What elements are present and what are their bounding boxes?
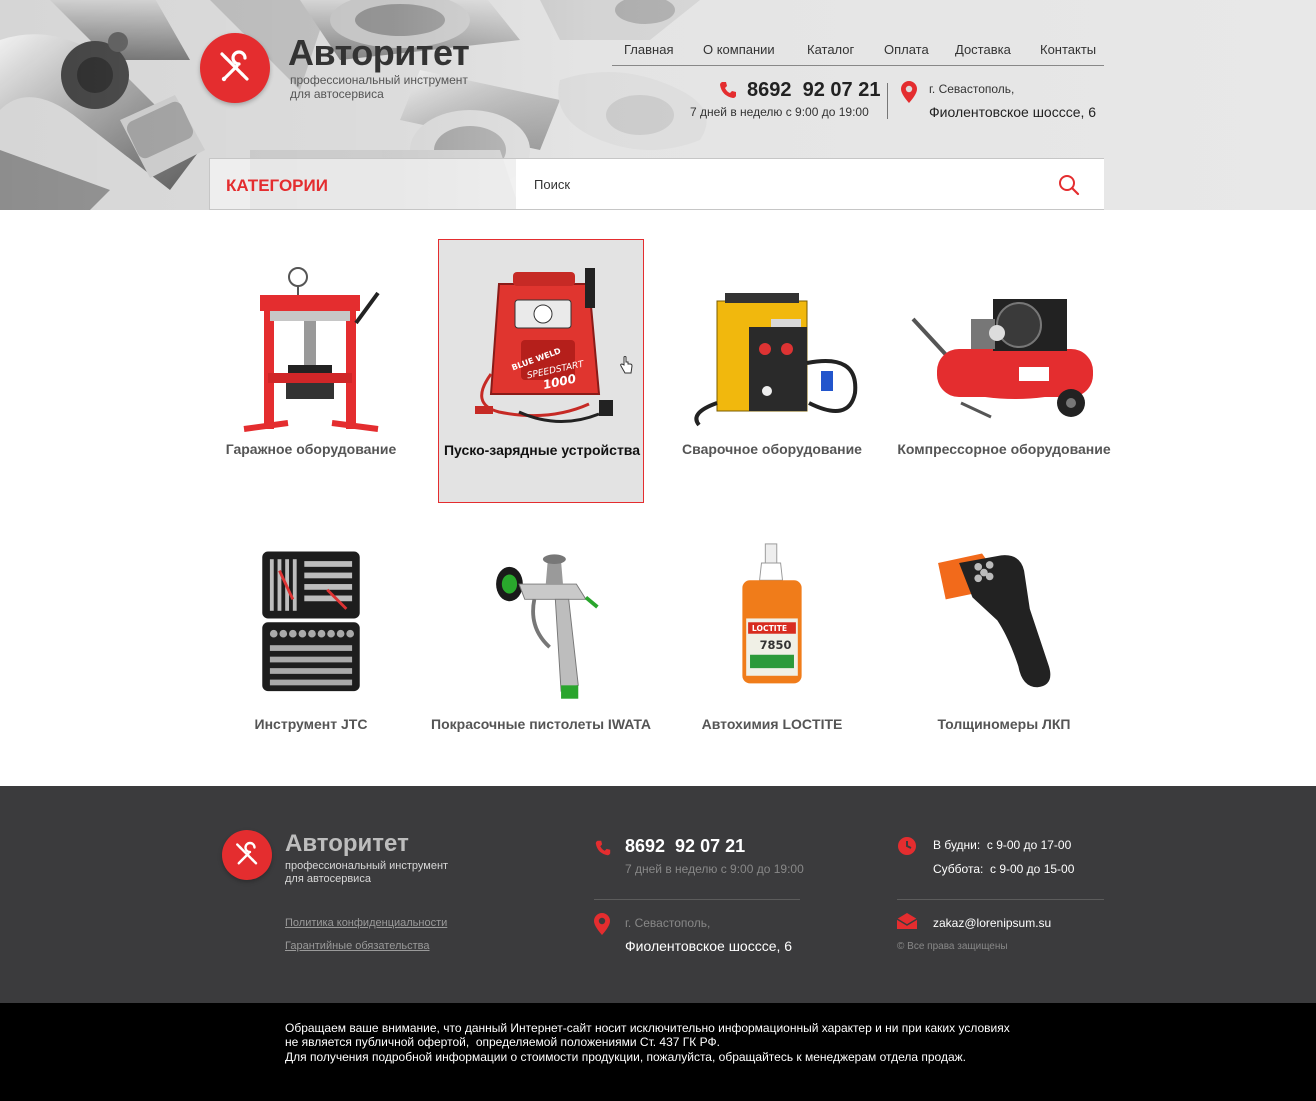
logo-icon[interactable] xyxy=(200,33,270,103)
nav-payment[interactable]: Оплата xyxy=(884,42,929,57)
category-label: Сварочное оборудование xyxy=(682,441,862,457)
divider xyxy=(887,83,888,119)
divider xyxy=(897,899,1104,900)
footer-brand-name: Авторитет xyxy=(285,830,409,857)
disclaimer-line: Для получения подробной информации о сто… xyxy=(285,1050,967,1064)
disclaimer-line: Обращаем ваше внимание, что данный Интер… xyxy=(285,1021,1010,1035)
compressor-image xyxy=(911,299,1093,419)
search-icon[interactable] xyxy=(1057,173,1081,197)
nav-delivery[interactable]: Доставка xyxy=(955,42,1011,57)
brand-tagline: профессиональный инструмент для автосерв… xyxy=(290,73,468,101)
location-pin-icon xyxy=(594,913,610,935)
loctite-bottle-image: LOCTITE 7850 xyxy=(742,543,802,684)
footer-logo-icon[interactable] xyxy=(222,830,272,880)
footer-street: Фиолентовское шоссcе, 6 xyxy=(625,938,793,954)
nav-about[interactable]: О компании xyxy=(703,42,775,57)
divider xyxy=(594,899,800,900)
footer-email[interactable]: zakaz@lorenipsum.su xyxy=(933,916,1051,930)
category-label: Толщиномеры ЛКП xyxy=(937,716,1071,732)
category-label: Пуско-зарядные устройства xyxy=(443,442,641,458)
warranty-link[interactable]: Гарантийные обязательства xyxy=(285,940,430,952)
footer-hours: 7 дней в неделю с 9:00 до 19:00 xyxy=(625,862,804,876)
brand-name[interactable]: Авторитет xyxy=(288,32,470,74)
hydraulic-press-image xyxy=(243,267,380,432)
category-label: Гаражное оборудование xyxy=(225,441,397,457)
privacy-policy-link[interactable]: Политика конфиденциальности xyxy=(285,917,447,929)
wrench-screwdriver-icon xyxy=(220,50,249,82)
site-footer: Авторитет профессиональный инструмент дл… xyxy=(0,786,1316,1003)
category-card-jtc-tools[interactable]: Инструмент JTC xyxy=(208,542,414,806)
category-label: Инструмент JTC xyxy=(254,716,368,732)
category-label: Компрессорное оборудование xyxy=(897,441,1111,457)
category-label: Покрасочные пистолеты IWATA xyxy=(431,716,651,732)
welder-image xyxy=(694,293,858,427)
saturday-hours: Суббота: с 9-00 до 15-00 xyxy=(933,862,1075,876)
footer-phone[interactable]: 8692 92 07 21 xyxy=(625,836,745,857)
category-card-spray-guns[interactable]: Покрасочные пистолеты IWATA xyxy=(431,542,651,806)
svg-text:LOCTITE: LOCTITE xyxy=(752,624,787,633)
footer-brand-tagline: профессиональный инструмент для автосерв… xyxy=(285,860,449,885)
header-hours: 7 дней в неделю с 9:00 до 19:00 xyxy=(690,105,869,119)
nav-home[interactable]: Главная xyxy=(624,42,673,57)
spray-gun-image xyxy=(496,554,599,699)
category-card-welding[interactable]: Сварочное оборудование xyxy=(669,239,875,503)
hand-cursor-icon xyxy=(620,356,633,374)
phone-icon xyxy=(720,82,736,98)
disclaimer-line: не является публичной офертой, определяе… xyxy=(285,1035,720,1049)
nav-contacts[interactable]: Контакты xyxy=(1040,42,1096,57)
thickness-gauge-image xyxy=(938,553,1051,688)
legal-disclaimer: Обращаем ваше внимание, что данный Интер… xyxy=(0,1003,1316,1101)
copyright: © Все права защищены xyxy=(897,941,1008,952)
category-card-loctite[interactable]: LOCTITE 7850 Автохимия LOCTITE xyxy=(669,542,875,806)
category-search-bar: КАТЕГОРИИ xyxy=(209,158,1104,210)
header-city: г. Севастополь, xyxy=(929,82,1015,96)
jump-starter-image: BLUE WELD SPEEDSTART 1000 xyxy=(475,268,613,423)
svg-text:7850: 7850 xyxy=(760,638,792,652)
search-input[interactable] xyxy=(516,159,1104,209)
location-pin-icon xyxy=(901,81,917,103)
nav-catalog[interactable]: Каталог xyxy=(807,42,854,57)
category-card-compressors[interactable]: Компрессорное оборудование xyxy=(897,239,1111,503)
category-card-jump-starters[interactable]: BLUE WELD SPEEDSTART 1000 Пуско-зарядные… xyxy=(438,239,644,503)
clock-icon xyxy=(898,837,916,855)
catalog-grid: Гаражное оборудование BLUE WELD SPEEDSTA… xyxy=(0,210,1316,786)
phone-icon xyxy=(595,840,611,856)
site-header: Авторитет профессиональный инструмент дл… xyxy=(0,0,1316,210)
wrench-screwdriver-icon xyxy=(236,841,258,865)
category-card-thickness-gauges[interactable]: Толщиномеры ЛКП xyxy=(901,542,1107,806)
category-label: Автохимия LOCTITE xyxy=(701,716,843,732)
categories-button[interactable]: КАТЕГОРИИ xyxy=(226,176,328,196)
header-street: Фиолентовское шоссcе, 6 xyxy=(929,104,1097,120)
tool-kit-image xyxy=(262,551,360,692)
header-phone[interactable]: 8692 92 07 21 xyxy=(747,79,880,102)
main-nav: Главная О компании Каталог Оплата Достав… xyxy=(612,40,1104,66)
mail-icon xyxy=(897,913,917,929)
category-card-garage[interactable]: Гаражное оборудование xyxy=(208,239,414,503)
footer-city: г. Севастополь, xyxy=(625,916,711,930)
weekday-hours: В будни: с 9-00 до 17-00 xyxy=(933,838,1072,852)
